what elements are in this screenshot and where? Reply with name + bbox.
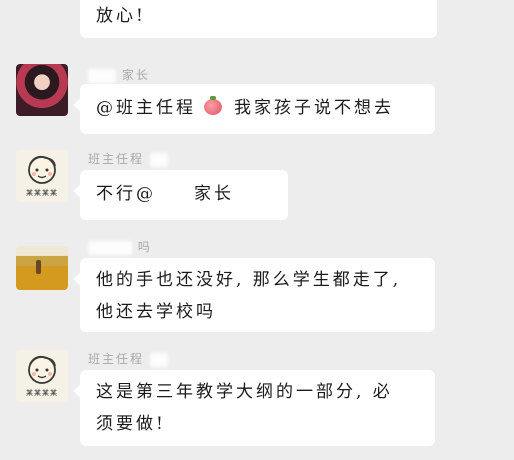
- girl-photo-avatar[interactable]: [16, 64, 68, 116]
- message-text: 家长: [194, 184, 234, 204]
- tomato-emoji-icon: [204, 96, 222, 115]
- redacted-name: [196, 101, 202, 116]
- message-text-line: 他的手也还没好, 那么学生都走了,: [96, 270, 402, 290]
- redacted-name: [149, 152, 168, 167]
- message-text-line: 这是第三年教学大纲的一部分, 必: [96, 382, 393, 402]
- sender-name: 班主任程: [88, 350, 168, 367]
- redacted-name: [88, 240, 132, 255]
- sender-name-visible: 班主任程: [88, 152, 145, 166]
- message-bubble[interactable]: 放心!: [80, 0, 437, 38]
- message-bubble[interactable]: @班主任程 我家孩子说不想去: [73, 84, 435, 134]
- field-photo-avatar[interactable]: [16, 246, 68, 290]
- message-text: 我家孩子说不想去: [234, 98, 394, 118]
- message-text-line: 他还去学校吗: [96, 302, 216, 322]
- redacted-name: [156, 187, 194, 202]
- cartoon-teacher-avatar[interactable]: 某某某某: [16, 150, 68, 202]
- sender-name-visible: 班主任程: [88, 352, 145, 366]
- redacted-name: [149, 352, 168, 367]
- avatar-caption: 某某某某: [26, 189, 58, 197]
- sender-name: 吗: [88, 238, 152, 255]
- message-bubble[interactable]: 他的手也还没好, 那么学生都走了, 他还去学校吗: [73, 258, 435, 332]
- mention-text: @班主任程: [96, 98, 196, 118]
- avatar-caption: 某某某某: [26, 389, 58, 397]
- sender-name-visible: 吗: [137, 240, 152, 254]
- redacted-name: [88, 68, 116, 83]
- message-text-line: 须要做!: [96, 414, 166, 434]
- sender-name: 班主任程: [88, 150, 168, 167]
- sender-name-visible: 家长: [121, 68, 150, 82]
- message-bubble[interactable]: 不行@ 家长: [73, 170, 288, 220]
- cartoon-teacher-avatar[interactable]: 某某某某: [16, 350, 68, 402]
- message-text: 放心!: [96, 6, 146, 26]
- mention-text: 不行@: [96, 184, 156, 204]
- redacted-space: [224, 101, 234, 116]
- sender-name: 家长: [88, 66, 150, 83]
- message-bubble[interactable]: 这是第三年教学大纲的一部分, 必 须要做!: [73, 370, 435, 446]
